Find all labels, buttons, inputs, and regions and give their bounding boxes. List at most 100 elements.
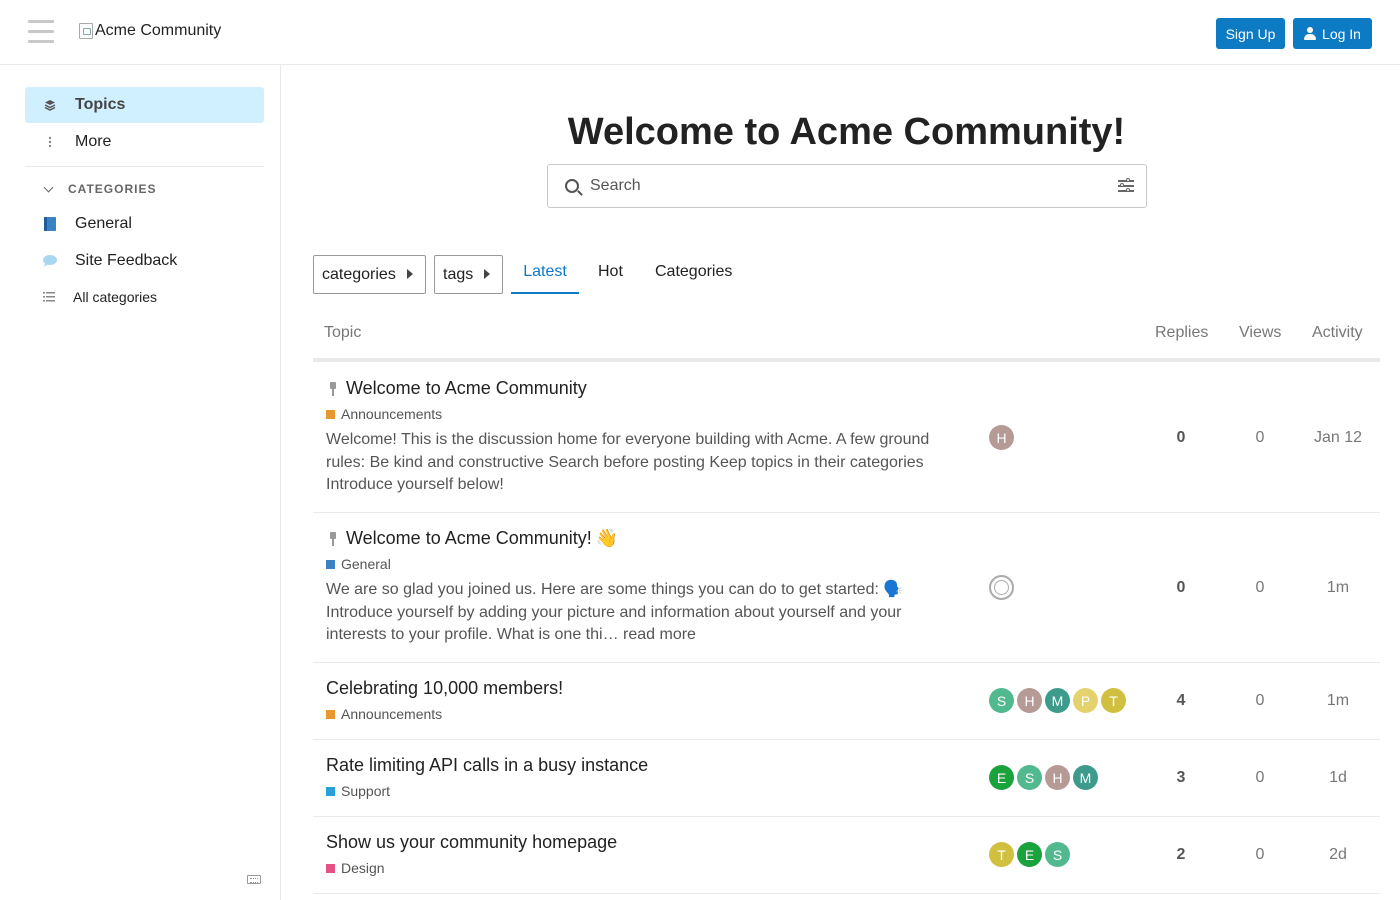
avatar[interactable]: S xyxy=(989,688,1014,713)
sidebar-item-general[interactable]: General xyxy=(25,206,264,242)
view-count: 0 xyxy=(1255,692,1265,709)
search-input[interactable] xyxy=(590,175,1090,197)
hamburger-menu-icon[interactable] xyxy=(28,20,54,44)
pin-icon xyxy=(328,381,338,396)
sidebar-item-label: All categories xyxy=(73,289,158,305)
category-name: Support xyxy=(341,783,391,799)
topic-title-link[interactable]: Welcome to Acme Community xyxy=(326,378,587,399)
tab-hot[interactable]: Hot xyxy=(598,263,623,294)
avatar[interactable]: H xyxy=(1045,765,1070,790)
excerpt-text: We are so glad you joined us. Here are s… xyxy=(326,581,904,643)
sidebar-item-topics[interactable]: Topics xyxy=(25,87,264,123)
avatar[interactable]: E xyxy=(989,765,1014,790)
row-divider xyxy=(313,512,1380,513)
activity-time[interactable]: 2d xyxy=(1308,846,1368,864)
poster-avatars xyxy=(989,575,1014,600)
category-badge[interactable]: Design xyxy=(326,860,385,876)
activity-time[interactable]: 1d xyxy=(1308,769,1368,787)
column-header-activity[interactable]: Activity xyxy=(1312,324,1363,342)
sidebar-item-label: Topics xyxy=(75,96,126,113)
caret-right-icon xyxy=(407,269,413,279)
site-header: Acme Community Sign Up Log In xyxy=(0,0,1400,65)
category-color-square xyxy=(326,409,335,419)
tab-latest[interactable]: Latest xyxy=(511,263,579,294)
category-color-square xyxy=(326,709,335,719)
category-color-square xyxy=(326,559,335,569)
poster-avatars: T E S xyxy=(989,842,1070,867)
activity-time[interactable]: Jan 12 xyxy=(1308,429,1368,447)
broken-image-icon xyxy=(79,23,93,39)
topic-title-text: Rate limiting API calls in a busy instan… xyxy=(326,755,649,775)
poster-avatars: S H M P T xyxy=(989,688,1126,713)
avatar[interactable]: P xyxy=(1073,688,1098,713)
tab-categories[interactable]: Categories xyxy=(655,263,732,294)
topic-title-text: Show us your community homepage xyxy=(326,832,618,852)
speech-bubble-icon xyxy=(25,254,75,268)
activity-time[interactable]: 1m xyxy=(1308,579,1368,597)
category-badge[interactable]: Announcements xyxy=(326,406,442,422)
view-count: 0 xyxy=(1255,429,1265,446)
topic-title-link[interactable]: Welcome to Acme Community! 👋 xyxy=(326,528,618,549)
poster-avatars: H xyxy=(989,425,1014,450)
avatar[interactable]: M xyxy=(1045,688,1070,713)
avatar[interactable]: E xyxy=(1017,842,1042,867)
categories-header-label: CATEGORIES xyxy=(68,182,157,196)
row-divider xyxy=(313,662,1380,663)
row-divider xyxy=(313,893,1380,894)
avatar[interactable]: M xyxy=(1073,765,1098,790)
category-badge[interactable]: General xyxy=(326,556,391,572)
sidebar-item-site-feedback[interactable]: Site Feedback xyxy=(25,243,264,279)
category-color-square xyxy=(326,863,335,873)
chevron-down-icon xyxy=(43,182,54,192)
categories-section-toggle[interactable]: CATEGORIES xyxy=(43,182,157,196)
search-bar xyxy=(547,164,1147,208)
topic-title-link[interactable]: Celebrating 10,000 members! xyxy=(326,678,563,699)
topic-title-link[interactable]: Rate limiting API calls in a busy instan… xyxy=(326,755,648,776)
category-badge[interactable]: Support xyxy=(326,783,390,799)
list-icon xyxy=(25,292,73,302)
avatar[interactable]: H xyxy=(989,425,1014,450)
poster-avatars: E S H M xyxy=(989,765,1098,790)
table-header-divider xyxy=(313,358,1380,362)
sidebar-divider xyxy=(25,166,264,167)
sidebar-item-all-categories[interactable]: All categories xyxy=(25,279,264,315)
pin-icon xyxy=(328,531,338,546)
log-in-button[interactable]: Log In xyxy=(1293,18,1372,49)
topic-title-text: Welcome to Acme Community xyxy=(346,378,587,398)
column-header-replies[interactable]: Replies xyxy=(1155,324,1208,342)
categories-dropdown[interactable]: categories xyxy=(313,255,426,294)
sign-up-label: Sign Up xyxy=(1225,25,1276,42)
reply-count: 3 xyxy=(1176,769,1186,786)
keyboard-shortcuts-icon[interactable] xyxy=(247,875,261,884)
column-header-views[interactable]: Views xyxy=(1239,324,1281,342)
sign-up-button[interactable]: Sign Up xyxy=(1216,18,1285,49)
column-header-topic: Topic xyxy=(324,324,362,341)
topic-excerpt: We are so glad you joined us. Here are s… xyxy=(326,579,946,647)
avatar[interactable]: S xyxy=(1045,842,1070,867)
tags-dropdown[interactable]: tags xyxy=(434,255,503,294)
logo-alt-text: Acme Community xyxy=(95,22,222,39)
topic-excerpt: Welcome! This is the discussion home for… xyxy=(326,431,930,493)
log-in-label: Log In xyxy=(1322,25,1361,42)
avatar[interactable]: T xyxy=(989,842,1014,867)
reply-count: 2 xyxy=(1176,846,1186,863)
avatar[interactable] xyxy=(989,575,1014,600)
site-logo[interactable]: Acme Community xyxy=(79,22,221,40)
avatar[interactable]: S xyxy=(1017,765,1042,790)
category-name: General xyxy=(341,556,391,572)
category-badge[interactable]: Announcements xyxy=(326,706,442,722)
topic-title-text: Welcome to Acme Community! xyxy=(346,528,592,548)
topic-title-text: Celebrating 10,000 members! xyxy=(326,678,564,698)
categories-dropdown-label: categories xyxy=(322,265,396,283)
avatar[interactable]: H xyxy=(1017,688,1042,713)
view-count: 0 xyxy=(1255,769,1265,786)
advanced-search-filter-icon[interactable] xyxy=(1118,177,1134,193)
reply-count: 4 xyxy=(1176,692,1186,709)
activity-time[interactable]: 1m xyxy=(1308,692,1368,710)
topic-title-link[interactable]: Show us your community homepage xyxy=(326,832,617,853)
avatar[interactable]: T xyxy=(1101,688,1126,713)
user-icon xyxy=(1304,27,1317,40)
row-divider xyxy=(313,816,1380,817)
read-more-link[interactable]: read more xyxy=(623,626,696,643)
sidebar-item-more[interactable]: More xyxy=(25,124,264,160)
